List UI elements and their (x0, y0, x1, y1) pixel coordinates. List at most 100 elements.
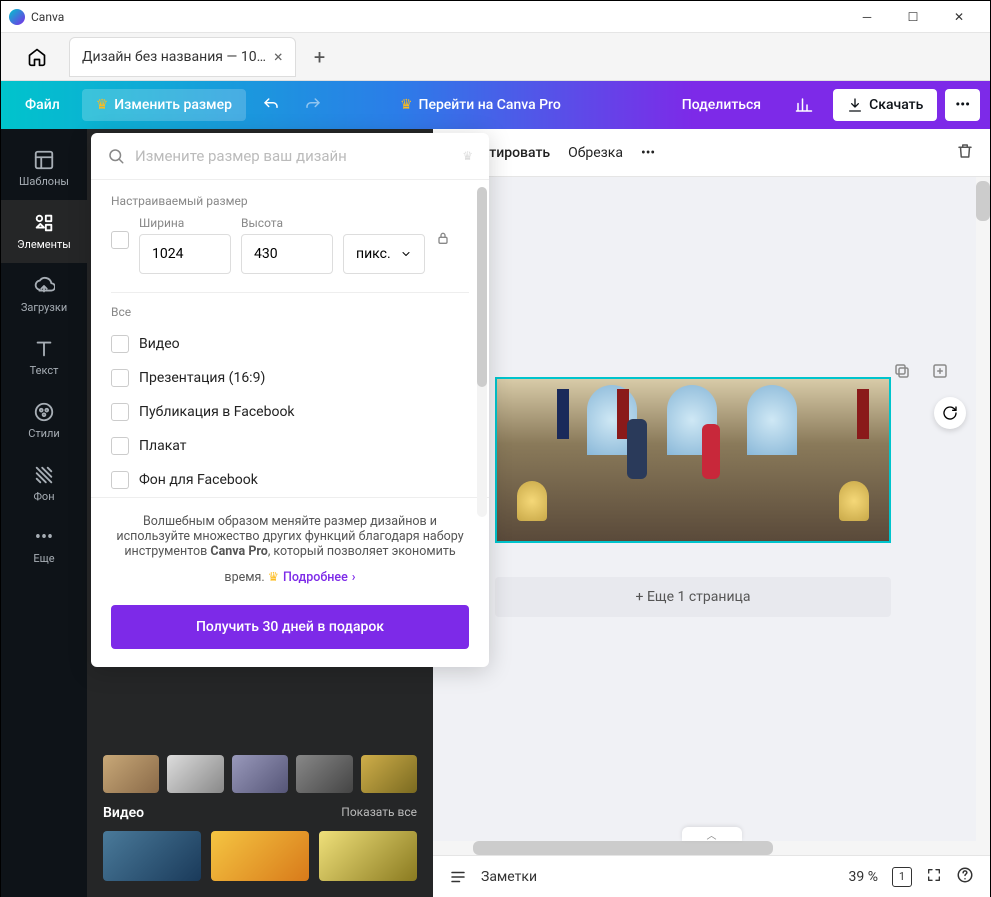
add-page-button[interactable]: + Еще 1 страница (495, 577, 891, 617)
background-icon (33, 464, 55, 486)
size-option[interactable]: Видео (111, 327, 469, 361)
resize-panel: ♛ Настраиваемый размер Ширина Высота (91, 133, 489, 667)
home-icon (27, 47, 47, 67)
panel-scrollbar[interactable] (477, 187, 487, 517)
notes-icon (449, 868, 467, 886)
element-thumb[interactable] (361, 755, 417, 793)
sidebar-label: Фон (33, 490, 54, 503)
sidebar-label: Шаблоны (19, 175, 69, 188)
redo-icon (304, 96, 322, 114)
sidebar-label: Загрузки (21, 301, 67, 314)
tab-close-icon[interactable]: × (274, 47, 283, 66)
sidebar-item-more[interactable]: ••• Еще (1, 515, 87, 577)
file-menu[interactable]: Файл (11, 89, 74, 121)
resize-button[interactable]: ♛ Изменить размер (82, 89, 246, 121)
sidebar-item-uploads[interactable]: Загрузки (1, 263, 87, 326)
section-heading: Видео (103, 805, 144, 821)
rotate-button[interactable] (934, 397, 966, 429)
size-option[interactable]: Плакат (111, 429, 469, 463)
horizontal-scrollbar[interactable] (433, 841, 976, 855)
element-thumb[interactable] (232, 755, 288, 793)
elements-video-section: Видео Показать все (87, 739, 433, 897)
unit-select[interactable]: пикс. (343, 234, 425, 274)
video-thumb[interactable] (319, 831, 417, 881)
resize-search-input[interactable] (135, 147, 452, 165)
more-menu[interactable]: ••• (945, 89, 980, 121)
crown-icon: ♛ (400, 97, 413, 113)
all-label: Все (111, 305, 469, 319)
learn-more-link[interactable]: ♛ Подробнее › (268, 569, 356, 585)
chart-icon (795, 96, 813, 114)
window-close[interactable]: ✕ (936, 1, 982, 33)
download-button[interactable]: Скачать (833, 89, 937, 121)
notes-button[interactable]: Заметки (481, 869, 537, 885)
height-label: Высота (241, 216, 333, 230)
undo-icon (262, 96, 280, 114)
sidebar-item-styles[interactable]: Стили (1, 389, 87, 452)
templates-icon (33, 149, 55, 171)
app-icon (9, 9, 25, 25)
width-input[interactable] (139, 234, 231, 274)
text-icon (33, 338, 55, 360)
fullscreen-icon (926, 867, 942, 883)
share-button[interactable]: Поделиться (668, 89, 775, 121)
uploads-icon (33, 275, 55, 297)
canvas-image[interactable] (497, 379, 889, 541)
download-label: Скачать (869, 97, 923, 113)
zoom-level[interactable]: 39 % (849, 869, 878, 885)
collapse-handle[interactable]: ︿ (682, 827, 742, 841)
video-thumb[interactable] (103, 831, 201, 881)
add-page-icon-button[interactable] (926, 357, 954, 385)
checkbox[interactable] (111, 437, 129, 455)
fullscreen-button[interactable] (926, 867, 942, 887)
window-maximize[interactable]: ☐ (890, 1, 936, 33)
tab-title: Дизайн без названия — 10… (82, 49, 266, 65)
help-button[interactable] (956, 866, 974, 888)
crown-icon: ♛ (96, 97, 109, 113)
upgrade-pro-button[interactable]: ♛ Перейти на Canva Pro (386, 89, 575, 121)
show-all-link[interactable]: Показать все (341, 805, 417, 821)
custom-size-checkbox[interactable] (111, 231, 129, 249)
redo-button[interactable] (296, 88, 330, 122)
sidebar-item-elements[interactable]: Элементы (1, 200, 87, 263)
new-tab-button[interactable]: + (300, 37, 340, 77)
height-input[interactable] (241, 234, 333, 274)
checkbox[interactable] (111, 335, 129, 353)
sidebar-label: Текст (30, 364, 59, 377)
insights-button[interactable] (783, 88, 825, 122)
checkbox[interactable] (111, 471, 129, 489)
download-icon (847, 97, 863, 113)
canvas-page[interactable] (495, 377, 891, 543)
chevron-right-icon: › (352, 570, 356, 585)
sidebar-label: Еще (33, 552, 54, 565)
size-option[interactable]: Публикация в Facebook (111, 395, 469, 429)
size-option[interactable]: Фон для Facebook (111, 463, 469, 497)
vertical-scrollbar[interactable] (976, 177, 990, 855)
video-thumb[interactable] (211, 831, 309, 881)
lock-aspect-button[interactable] (435, 230, 451, 250)
document-tab[interactable]: Дизайн без названия — 10… × (69, 37, 296, 77)
element-thumb[interactable] (103, 755, 159, 793)
width-label: Ширина (139, 216, 231, 230)
checkbox[interactable] (111, 369, 129, 387)
sidebar-item-background[interactable]: Фон (1, 452, 87, 515)
more-icon: ••• (35, 527, 53, 548)
trial-cta-button[interactable]: Получить 30 дней в подарок (111, 605, 469, 649)
delete-button[interactable] (956, 142, 974, 164)
trash-icon (956, 142, 974, 160)
sidebar-item-templates[interactable]: Шаблоны (1, 137, 87, 200)
more-options[interactable]: ••• (641, 145, 655, 161)
element-thumb[interactable] (167, 755, 223, 793)
home-tab[interactable] (9, 37, 65, 77)
rotate-icon (942, 405, 958, 421)
size-option[interactable]: Презентация (16:9) (111, 361, 469, 395)
undo-button[interactable] (254, 88, 288, 122)
sidebar-item-text[interactable]: Текст (1, 326, 87, 389)
duplicate-page-button[interactable] (888, 357, 916, 385)
crop-button[interactable]: Обрезка (568, 145, 623, 161)
window-minimize[interactable]: ─ (844, 1, 890, 33)
page-indicator[interactable]: 1 (892, 867, 912, 887)
resize-label: Изменить размер (114, 97, 232, 113)
checkbox[interactable] (111, 403, 129, 421)
element-thumb[interactable] (296, 755, 352, 793)
